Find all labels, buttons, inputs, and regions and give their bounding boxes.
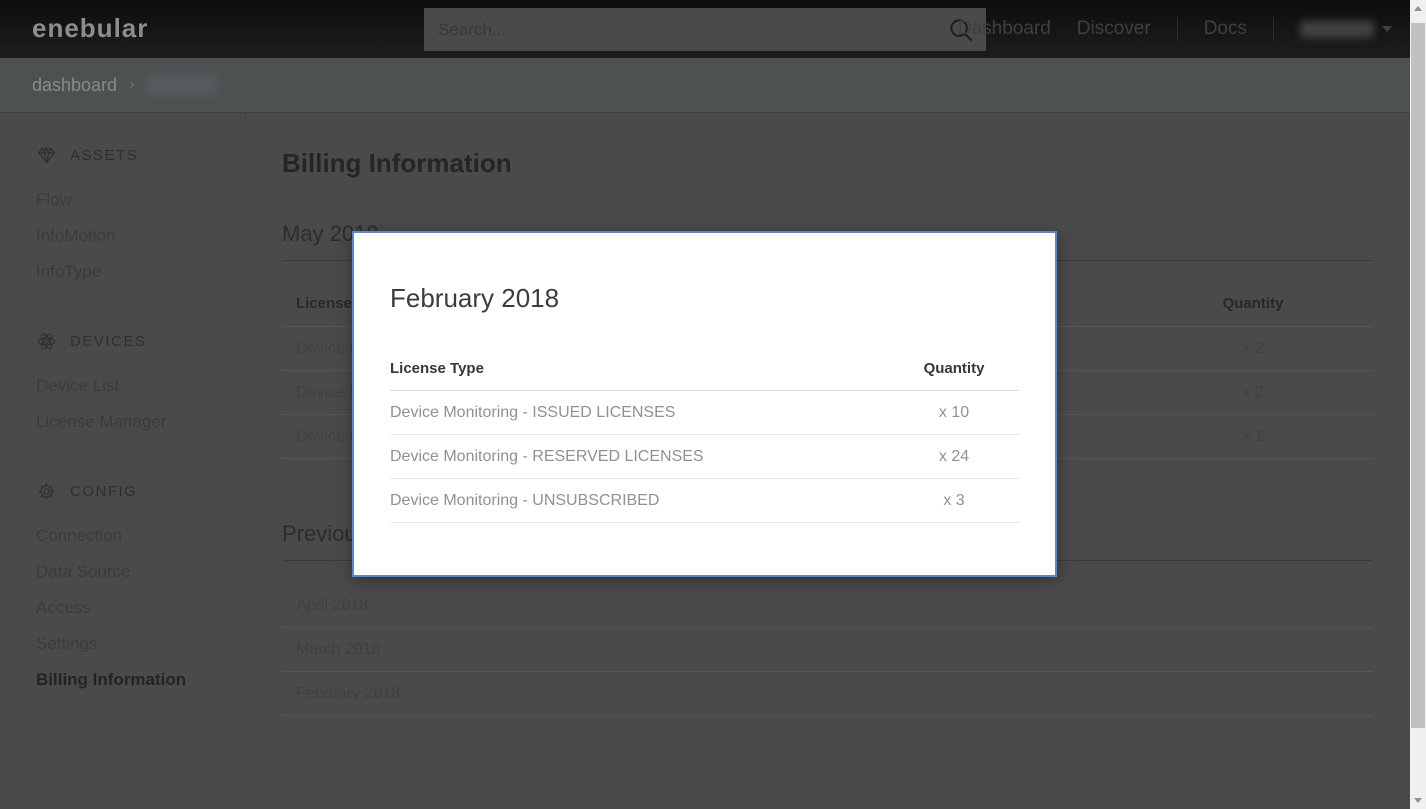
triangle-down-icon — [1414, 798, 1422, 803]
sidebar-item-connection[interactable]: Connection — [0, 518, 245, 554]
top-nav-links: Dashboard Discover Docs — [958, 0, 1392, 58]
nav-divider — [1273, 17, 1274, 41]
vertical-scrollbar[interactable] — [1410, 0, 1426, 809]
sidebar-item-billing-information[interactable]: Billing Information — [0, 662, 245, 698]
page-title: Billing Information — [282, 148, 1373, 179]
table-row: Device Monitoring - UNSUBSCRIBED x 3 — [390, 479, 1019, 523]
breadcrumb-separator: › — [129, 76, 134, 94]
sidebar-section-assets: ASSETS Flow InfoMotion InfoType — [0, 140, 245, 290]
billing-month-modal: February 2018 License Type Quantity Devi… — [352, 231, 1057, 577]
app-logo[interactable]: enebular — [32, 13, 148, 44]
atom-icon — [36, 331, 57, 352]
top-nav-bar: enebular Dashboard Discover Docs — [0, 0, 1426, 58]
sidebar-section-label: DEVICES — [70, 333, 146, 350]
triangle-up-icon — [1414, 6, 1422, 11]
column-header-license-type: License Type — [390, 360, 889, 377]
quantity-cell: x 2 — [1133, 384, 1373, 402]
sidebar-item-license-manager[interactable]: License Manager — [0, 404, 245, 440]
column-header-quantity: Quantity — [889, 360, 1019, 377]
sidebar-section-config: CONFIG Connection Data Source Access Set… — [0, 476, 245, 698]
page: enebular Dashboard Discover Docs dashboa… — [0, 0, 1426, 809]
quantity-cell: x 3 — [889, 492, 1019, 510]
sidebar-header-assets: ASSETS — [0, 140, 245, 170]
sidebar-item-access[interactable]: Access — [0, 590, 245, 626]
month-row-march-2018[interactable]: March 2018 — [282, 628, 1373, 672]
sidebar-item-infotype[interactable]: InfoType — [0, 254, 245, 290]
quantity-cell: x 10 — [889, 404, 1019, 422]
scroll-up-button[interactable] — [1410, 0, 1426, 17]
breadcrumb-item-redacted[interactable] — [146, 75, 218, 95]
nav-discover-link[interactable]: Discover — [1077, 18, 1151, 40]
caret-down-icon — [1382, 26, 1392, 32]
search-box — [424, 8, 986, 51]
column-header-quantity: Quantity — [1133, 295, 1373, 312]
sidebar-item-device-list[interactable]: Device List — [0, 368, 245, 404]
license-cell: Device Monitoring - ISSUED LICENSES — [390, 404, 889, 422]
sidebar-item-settings[interactable]: Settings — [0, 626, 245, 662]
sidebar-item-infomotion[interactable]: InfoMotion — [0, 218, 245, 254]
modal-table-header: License Type Quantity — [390, 347, 1019, 391]
sidebar-section-label: ASSETS — [70, 147, 138, 164]
sidebar-section-devices: DEVICES Device List License Manager — [0, 326, 245, 440]
license-cell: Device Monitoring - RESERVED LICENSES — [390, 448, 889, 466]
sidebar-item-data-source[interactable]: Data Source — [0, 554, 245, 590]
sidebar-section-label: CONFIG — [70, 483, 137, 500]
modal-license-table: License Type Quantity Device Monitoring … — [390, 347, 1019, 523]
sidebar-header-config: CONFIG — [0, 476, 245, 506]
user-menu[interactable] — [1300, 21, 1392, 38]
nav-divider — [1177, 17, 1178, 41]
scrollbar-thumb[interactable] — [1411, 23, 1425, 728]
quantity-cell: x 24 — [889, 448, 1019, 466]
nav-dashboard-link[interactable]: Dashboard — [958, 18, 1051, 40]
modal-title: February 2018 — [390, 283, 1019, 313]
nav-docs-link[interactable]: Docs — [1204, 18, 1247, 40]
previous-months-list: April 2018 March 2018 February 2018 — [282, 584, 1373, 716]
sidebar: ASSETS Flow InfoMotion InfoType DEVICES … — [0, 114, 246, 809]
sidebar-item-flow[interactable]: Flow — [0, 182, 245, 218]
table-row: Device Monitoring - RESERVED LICENSES x … — [390, 435, 1019, 479]
gem-icon — [36, 145, 57, 166]
search-input[interactable] — [424, 20, 946, 40]
table-row: Device Monitoring - ISSUED LICENSES x 10 — [390, 391, 1019, 435]
quantity-cell: x 2 — [1133, 340, 1373, 358]
license-cell: Device Monitoring - UNSUBSCRIBED — [390, 492, 889, 510]
month-row-february-2018[interactable]: February 2018 — [282, 672, 1373, 716]
redacted-username — [1300, 21, 1374, 38]
sidebar-header-devices: DEVICES — [0, 326, 245, 356]
scroll-down-button[interactable] — [1410, 792, 1426, 809]
month-row-april-2018[interactable]: April 2018 — [282, 584, 1373, 628]
gear-icon — [36, 481, 57, 502]
quantity-cell: x 1 — [1133, 428, 1373, 446]
breadcrumb-item-dashboard[interactable]: dashboard — [32, 75, 117, 96]
breadcrumb: dashboard › — [0, 58, 1426, 113]
